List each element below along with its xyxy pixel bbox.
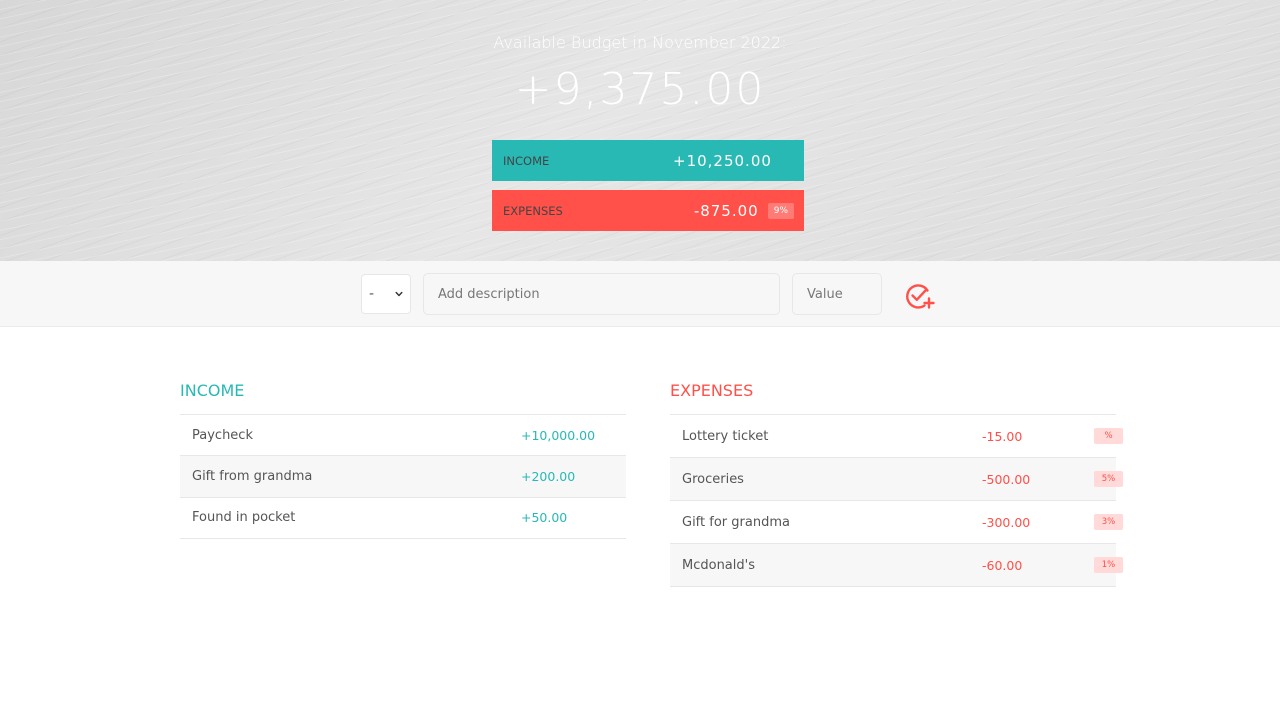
expense-item-description: Lottery ticket bbox=[682, 428, 769, 444]
type-select[interactable]: - bbox=[361, 274, 411, 314]
expense-item[interactable]: Groceries -500.00 5% bbox=[670, 458, 1123, 501]
budget-header: Available Budget in November 2022: +9,37… bbox=[0, 0, 1280, 261]
expense-item-percentage: 3% bbox=[1094, 514, 1123, 530]
expenses-list-title: EXPENSES bbox=[670, 380, 1116, 415]
expense-item-value: -300.00 bbox=[982, 514, 1031, 530]
check-circle-plus-icon bbox=[906, 284, 935, 309]
budget-value: +9,375.00 bbox=[514, 64, 766, 115]
income-item-description: Paycheck bbox=[192, 427, 253, 443]
budget-title: Available Budget in November 2022: bbox=[493, 33, 787, 52]
type-select-value: - bbox=[369, 286, 375, 302]
income-item[interactable]: Paycheck +10,000.00 bbox=[180, 415, 626, 457]
income-item-value: +10,000.00 bbox=[521, 427, 596, 443]
income-item-description: Found in pocket bbox=[192, 510, 296, 526]
income-summary-label: INCOME bbox=[503, 153, 550, 168]
income-summary-value: +10,250.00 bbox=[673, 151, 772, 170]
income-item-value: +200.00 bbox=[521, 468, 576, 484]
expenses-summary-percentage: 9% bbox=[767, 202, 794, 219]
expense-item[interactable]: Lottery ticket -15.00 % bbox=[670, 415, 1123, 458]
add-item-button[interactable] bbox=[903, 280, 937, 312]
expense-item-description: Groceries bbox=[682, 471, 744, 487]
expense-item-percentage: % bbox=[1094, 428, 1123, 444]
add-item-bar: - bbox=[0, 261, 1280, 327]
income-summary: INCOME +10,250.00 bbox=[492, 140, 804, 181]
income-item[interactable]: Gift from grandma +200.00 bbox=[180, 456, 626, 498]
expense-item-value: -60.00 bbox=[982, 557, 1023, 573]
income-item[interactable]: Found in pocket +50.00 bbox=[180, 498, 626, 539]
value-input[interactable] bbox=[792, 273, 882, 315]
income-item-value: +50.00 bbox=[521, 510, 568, 526]
income-list: INCOME Paycheck +10,000.00 Gift from gra… bbox=[180, 380, 626, 539]
expense-item[interactable]: Mcdonald's -60.00 1% bbox=[670, 544, 1123, 587]
income-list-title: INCOME bbox=[180, 380, 626, 415]
expense-item-description: Gift for grandma bbox=[682, 514, 790, 530]
chevron-down-icon bbox=[395, 291, 403, 297]
description-input[interactable] bbox=[423, 273, 780, 315]
expenses-summary-value: -875.00 bbox=[693, 201, 759, 220]
expense-item-description: Mcdonald's bbox=[682, 557, 755, 573]
income-item-description: Gift from grandma bbox=[192, 468, 313, 484]
expenses-summary-label: EXPENSES bbox=[503, 203, 563, 218]
expense-item-percentage: 5% bbox=[1094, 471, 1123, 487]
expense-item-percentage: 1% bbox=[1094, 557, 1123, 573]
expenses-list: EXPENSES Lottery ticket -15.00 % Groceri… bbox=[670, 380, 1123, 587]
expense-item-value: -15.00 bbox=[982, 428, 1023, 444]
expenses-summary: EXPENSES -875.00 9% bbox=[492, 190, 804, 231]
expense-item-value: -500.00 bbox=[982, 471, 1031, 487]
expense-item[interactable]: Gift for grandma -300.00 3% bbox=[670, 501, 1123, 544]
